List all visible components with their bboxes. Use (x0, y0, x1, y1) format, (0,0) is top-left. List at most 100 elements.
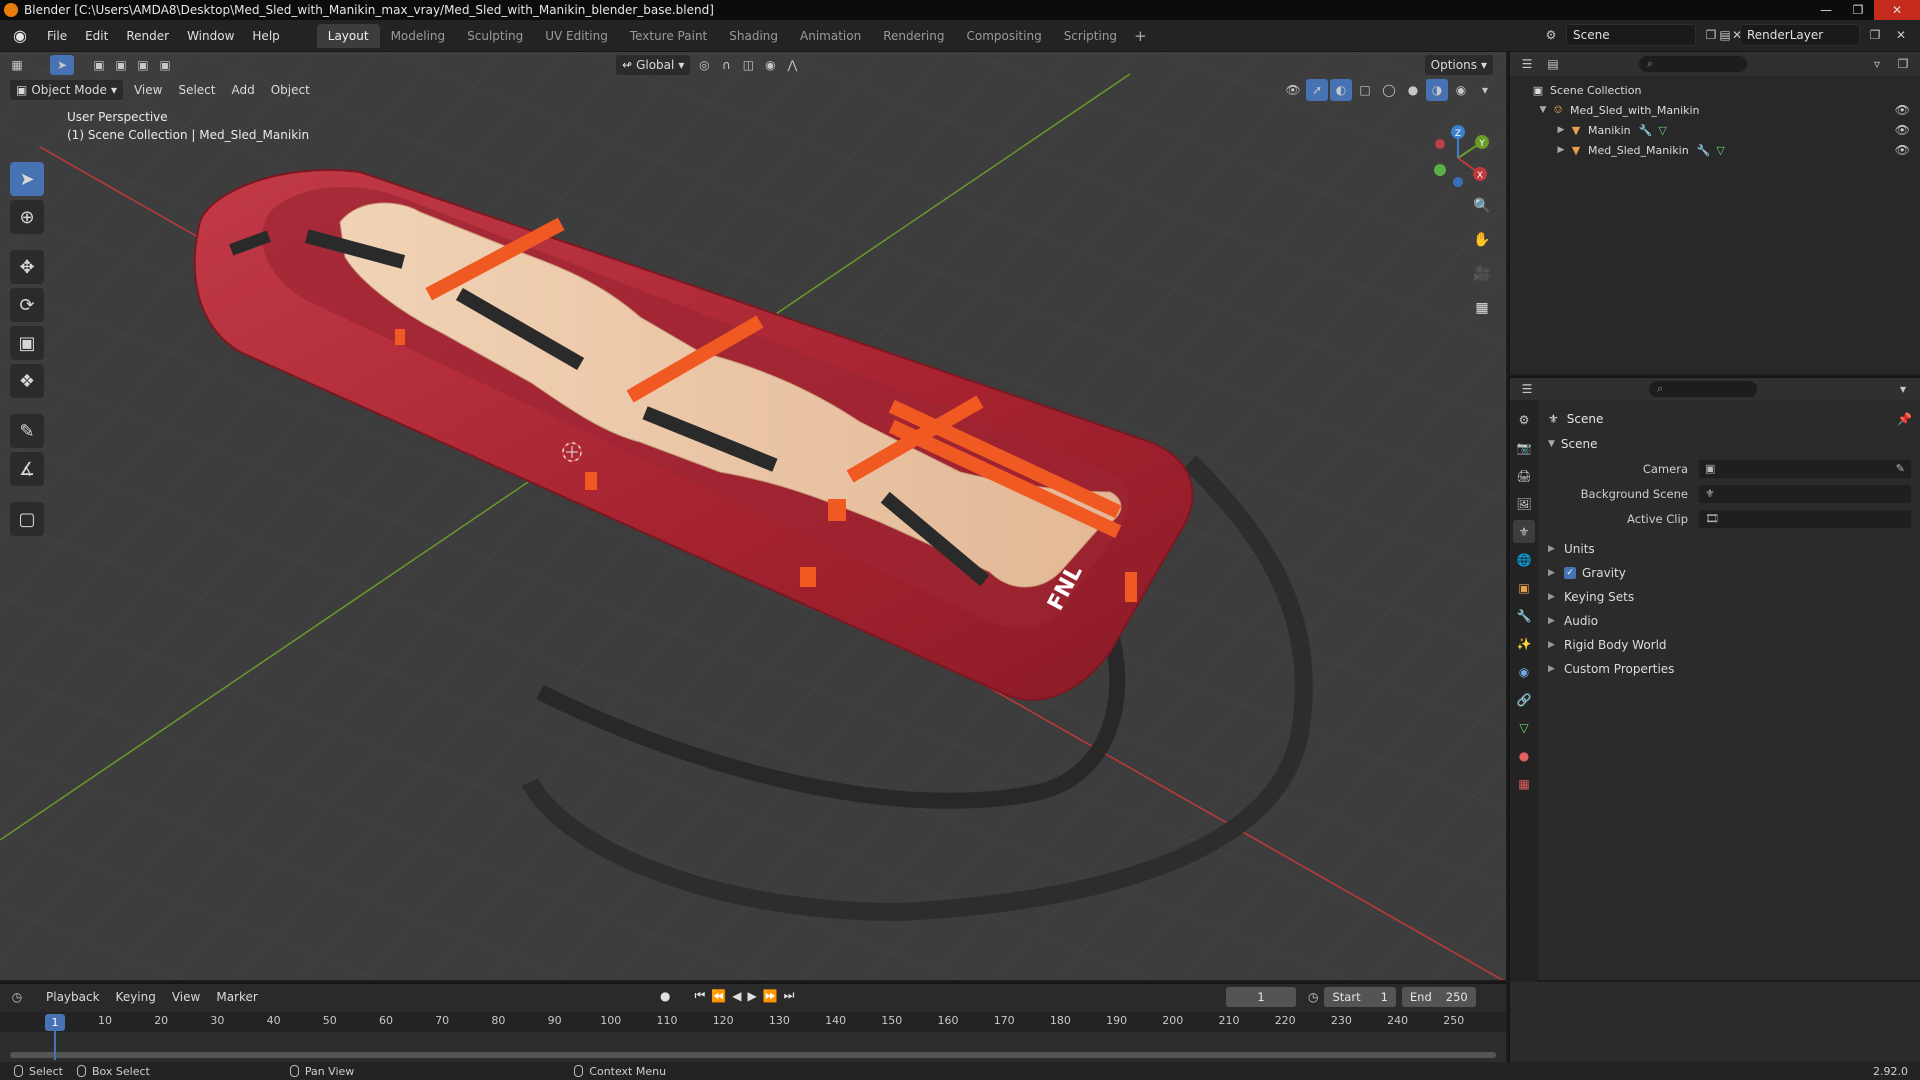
prev-keyframe-icon[interactable]: ⏪ (711, 989, 726, 1003)
scene-tab-icon[interactable]: ⚜ (1513, 520, 1535, 543)
play-reverse-icon[interactable]: ◀ (732, 989, 741, 1003)
menu-view[interactable]: View (164, 990, 208, 1004)
timeline-track[interactable] (0, 1032, 1506, 1062)
gizmo-toggle-icon[interactable]: ➚ (1306, 79, 1328, 101)
pan-hand-icon[interactable]: ✋ (1468, 226, 1496, 254)
outliner-row[interactable]: ▼ ⎊ Med_Sled_with_Manikin 👁 (1510, 100, 1920, 120)
menu-view[interactable]: View (126, 83, 170, 97)
start-frame-field[interactable]: Start 1 (1324, 987, 1396, 1007)
eyedropper-icon[interactable]: ✎ (1896, 462, 1905, 475)
renderlayer-name-field[interactable]: RenderLayer (1740, 24, 1860, 46)
menu-select[interactable]: Select (170, 83, 223, 97)
chevron-down-icon[interactable]: ▾ (1892, 378, 1914, 400)
visibility-eye-icon[interactable]: 👁 (1895, 103, 1910, 117)
tab-scripting[interactable]: Scripting (1053, 24, 1128, 48)
chevron-right-icon[interactable]: ▶ (1554, 125, 1568, 135)
editor-type-icon[interactable]: ◷ (6, 986, 28, 1008)
maximize-icon[interactable]: ❐ (1842, 0, 1874, 20)
texture-tab-icon[interactable]: ▦ (1513, 772, 1535, 795)
rotate-tool-icon[interactable]: ⟳ (10, 288, 44, 322)
keying-sets-panel-header[interactable]: ▶ Keying Sets (1548, 585, 1912, 609)
tab-animation[interactable]: Animation (789, 24, 872, 48)
add-cube-tool-icon[interactable]: ▢ (10, 502, 44, 536)
constraints-tab-icon[interactable]: 🔗 (1513, 688, 1535, 711)
menu-add[interactable]: Add (223, 83, 262, 97)
snap-target-icon[interactable]: ◫ (737, 54, 759, 76)
next-keyframe-icon[interactable]: ⏩ (763, 989, 778, 1003)
active-clip-field[interactable]: 🎞 (1698, 508, 1912, 529)
clock-icon[interactable]: ◷ (1308, 990, 1318, 1004)
mode-dropdown[interactable]: ▣ Object Mode ▾ (10, 80, 123, 100)
menu-render[interactable]: Render (117, 25, 178, 47)
units-panel-header[interactable]: ▶ Units (1548, 537, 1912, 561)
proportional-edit-icon[interactable]: ◉ (759, 54, 781, 76)
render-tab-icon[interactable]: 📷 (1513, 436, 1535, 459)
material-tab-icon[interactable]: ● (1513, 744, 1535, 767)
visibility-eye-icon[interactable]: 👁 (1895, 123, 1910, 137)
move-tool-icon[interactable]: ✥ (10, 250, 44, 284)
menu-help[interactable]: Help (243, 25, 288, 47)
gravity-checkbox[interactable]: ✓ (1564, 567, 1576, 579)
view-layer-tab-icon[interactable]: 🖼 (1513, 492, 1535, 515)
add-workspace-icon[interactable]: + (1128, 27, 1153, 45)
overlay-toggle-icon[interactable]: ◐ (1330, 79, 1352, 101)
transform-orientation-dropdown[interactable]: ↫ Global ▾ (616, 55, 691, 75)
editor-type-icon[interactable]: ☰ (1516, 53, 1538, 75)
camera-field[interactable]: ▣ ✎ (1698, 458, 1912, 479)
menu-edit[interactable]: Edit (76, 25, 117, 47)
chevron-down-icon[interactable]: ▾ (1474, 79, 1496, 101)
record-icon[interactable]: ● (660, 989, 670, 1003)
pin-icon[interactable]: 📌 (1897, 412, 1912, 426)
3d-viewport[interactable]: FNL ▦ ➤ ▣ ▣ ▣ ▣ ↫ Global ▾ ◎ ∩ ◫ ◉ ⋀ Opt… (0, 52, 1506, 980)
select-mode-extend-icon[interactable]: ▣ (110, 54, 132, 76)
shading-material-icon[interactable]: ◑ (1426, 79, 1448, 101)
shading-rendered-icon[interactable]: ◉ (1450, 79, 1472, 101)
tab-modeling[interactable]: Modeling (380, 24, 457, 48)
blender-menu-icon[interactable]: ◉ (8, 24, 32, 48)
visibility-icon[interactable]: 👁 (1282, 79, 1304, 101)
outliner-row[interactable]: ▶ ▼ Manikin 🔧 ▽ 👁 (1510, 120, 1920, 140)
shading-wireframe-icon[interactable]: ◯ (1378, 79, 1400, 101)
cursor-tool-icon[interactable]: ⊕ (10, 200, 44, 234)
options-dropdown[interactable]: Options ▾ (1424, 55, 1493, 75)
select-mode-new-icon[interactable]: ▣ (88, 54, 110, 76)
outliner-row[interactable]: ▶ ▼ Med_Sled_Manikin 🔧 ▽ 👁 (1510, 140, 1920, 160)
visibility-eye-icon[interactable]: 👁 (1895, 143, 1910, 157)
tab-texture-paint[interactable]: Texture Paint (619, 24, 718, 48)
scene-icon[interactable]: ⚙ (1540, 24, 1562, 46)
end-frame-field[interactable]: End 250 (1401, 987, 1476, 1007)
select-tool-icon[interactable]: ➤ (10, 162, 44, 196)
jump-start-icon[interactable]: ⏮ (694, 988, 705, 1003)
world-tab-icon[interactable]: 🌐 (1513, 548, 1535, 571)
outliner-root-row[interactable]: ▣ Scene Collection (1510, 80, 1920, 100)
select-mode-subtract-icon[interactable]: ▣ (132, 54, 154, 76)
pivot-point-icon[interactable]: ◎ (693, 54, 715, 76)
display-mode-icon[interactable]: ▤ (1542, 53, 1564, 75)
menu-window[interactable]: Window (178, 25, 243, 47)
menu-marker[interactable]: Marker (208, 990, 265, 1004)
measure-tool-icon[interactable]: ∡ (10, 452, 44, 486)
editor-type-icon[interactable]: ▦ (6, 54, 28, 76)
filter-icon[interactable]: ▿ (1866, 53, 1888, 75)
menu-keying[interactable]: Keying (108, 990, 164, 1004)
timeline-ruler[interactable]: 10 20 30 40 50 60 70 80 90 100 110 120 130 140 150 160 1… (0, 1012, 1506, 1032)
data-tab-icon[interactable]: ▽ (1513, 716, 1535, 739)
menu-playback[interactable]: Playback (38, 990, 108, 1004)
menu-object[interactable]: Object (263, 83, 318, 97)
tab-compositing[interactable]: Compositing (955, 24, 1052, 48)
custom-properties-panel-header[interactable]: ▶ Custom Properties (1548, 657, 1912, 681)
jump-end-icon[interactable]: ⏭ (784, 988, 795, 1003)
shading-solid-icon[interactable]: ● (1402, 79, 1424, 101)
scale-tool-icon[interactable]: ▣ (10, 326, 44, 360)
background-scene-field[interactable]: ⚜ (1698, 483, 1912, 504)
current-frame-field[interactable]: 1 (1226, 987, 1296, 1007)
playhead-line[interactable] (54, 1030, 56, 1060)
renderlayer-icon[interactable]: ▤ (1714, 24, 1736, 46)
annotate-tool-icon[interactable]: ✎ (10, 414, 44, 448)
select-box-tool-icon[interactable]: ➤ (50, 55, 74, 75)
chevron-down-icon[interactable]: ▼ (1536, 105, 1550, 115)
tab-layout[interactable]: Layout (316, 23, 380, 48)
scene-name-field[interactable]: Scene (1566, 24, 1696, 46)
falloff-icon[interactable]: ⋀ (781, 54, 803, 76)
delete-renderlayer-icon[interactable]: ✕ (1890, 24, 1912, 46)
